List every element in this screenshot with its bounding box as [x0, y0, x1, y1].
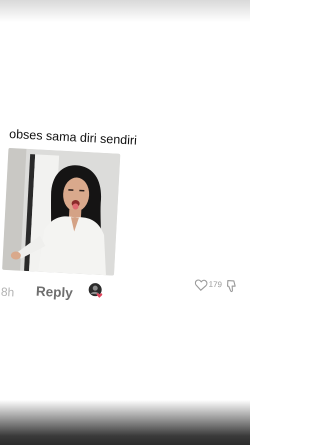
- comment-text: obses sama diri sendiri: [8, 126, 138, 148]
- bottom-gradient: [0, 400, 250, 445]
- top-gradient: [0, 0, 250, 22]
- timestamp: 8h: [0, 284, 15, 300]
- comment-photo[interactable]: [2, 147, 121, 276]
- thumbs-down-shape: [226, 280, 236, 293]
- comment-card: obses sama diri sendiri 8h Reply 179: [0, 118, 251, 331]
- thumbs-down-icon[interactable]: [226, 280, 237, 294]
- heart-icon[interactable]: [194, 278, 208, 291]
- avatar[interactable]: [88, 282, 105, 299]
- like-count: 179: [208, 279, 223, 290]
- photo-illustration: [2, 147, 121, 276]
- reply-button[interactable]: Reply: [36, 284, 74, 301]
- heart-icon-shape: [194, 279, 208, 291]
- avatar-icon: [88, 283, 103, 298]
